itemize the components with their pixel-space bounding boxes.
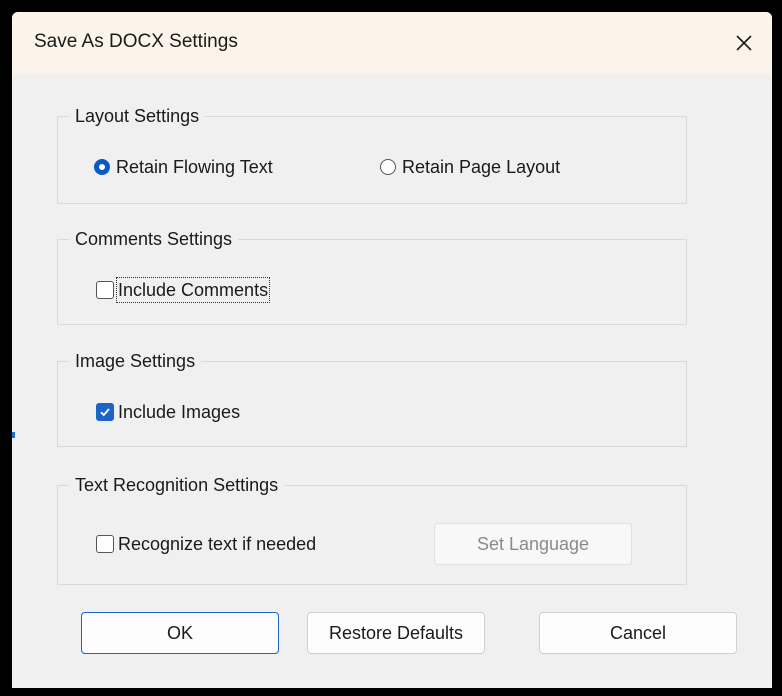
save-as-docx-dialog: Save As DOCX Settings Layout Settings Re… bbox=[12, 12, 772, 688]
title-bar: Save As DOCX Settings bbox=[12, 12, 772, 74]
recognize-text-label: Recognize text if needed bbox=[118, 534, 317, 554]
radio-selected-indicator bbox=[94, 159, 110, 175]
image-settings-group: Image Settings Include Images bbox=[57, 350, 687, 447]
include-images-label: Include Images bbox=[118, 402, 241, 422]
ok-button[interactable]: OK bbox=[81, 612, 279, 654]
image-settings-label: Image Settings bbox=[69, 350, 202, 372]
recognize-text-checkbox[interactable]: Recognize text if needed bbox=[96, 533, 316, 555]
radio-unselected-indicator bbox=[380, 159, 396, 175]
include-comments-checkbox[interactable]: Include Comments bbox=[96, 277, 271, 303]
text-recognition-settings-label: Text Recognition Settings bbox=[69, 474, 285, 496]
comments-settings-label: Comments Settings bbox=[69, 228, 239, 250]
dialog-title: Save As DOCX Settings bbox=[34, 31, 238, 52]
window-edge-accent bbox=[12, 432, 15, 438]
retain-page-layout-radio[interactable]: Retain Page Layout bbox=[380, 156, 560, 178]
checkmark-icon bbox=[100, 408, 110, 417]
retain-flowing-text-label: Retain Flowing Text bbox=[116, 157, 273, 177]
cancel-button[interactable]: Cancel bbox=[539, 612, 737, 654]
include-images-checkbox[interactable]: Include Images bbox=[96, 401, 240, 423]
close-icon bbox=[736, 35, 752, 51]
checkbox-checked bbox=[96, 403, 114, 421]
layout-settings-group: Layout Settings Retain Flowing Text Reta… bbox=[57, 105, 687, 204]
retain-flowing-text-radio[interactable]: Retain Flowing Text bbox=[94, 156, 273, 178]
include-comments-label: Include Comments bbox=[115, 277, 271, 303]
layout-settings-label: Layout Settings bbox=[69, 105, 206, 127]
close-button[interactable] bbox=[716, 12, 772, 74]
restore-defaults-button[interactable]: Restore Defaults bbox=[307, 612, 485, 654]
text-recognition-settings-group: Text Recognition Settings Recognize text… bbox=[57, 474, 687, 585]
comments-settings-group: Comments Settings Include Comments bbox=[57, 228, 687, 325]
set-language-button[interactable]: Set Language bbox=[434, 523, 632, 565]
checkbox-unchecked bbox=[96, 535, 114, 553]
checkbox-unchecked bbox=[96, 281, 114, 299]
retain-page-layout-label: Retain Page Layout bbox=[402, 157, 561, 177]
